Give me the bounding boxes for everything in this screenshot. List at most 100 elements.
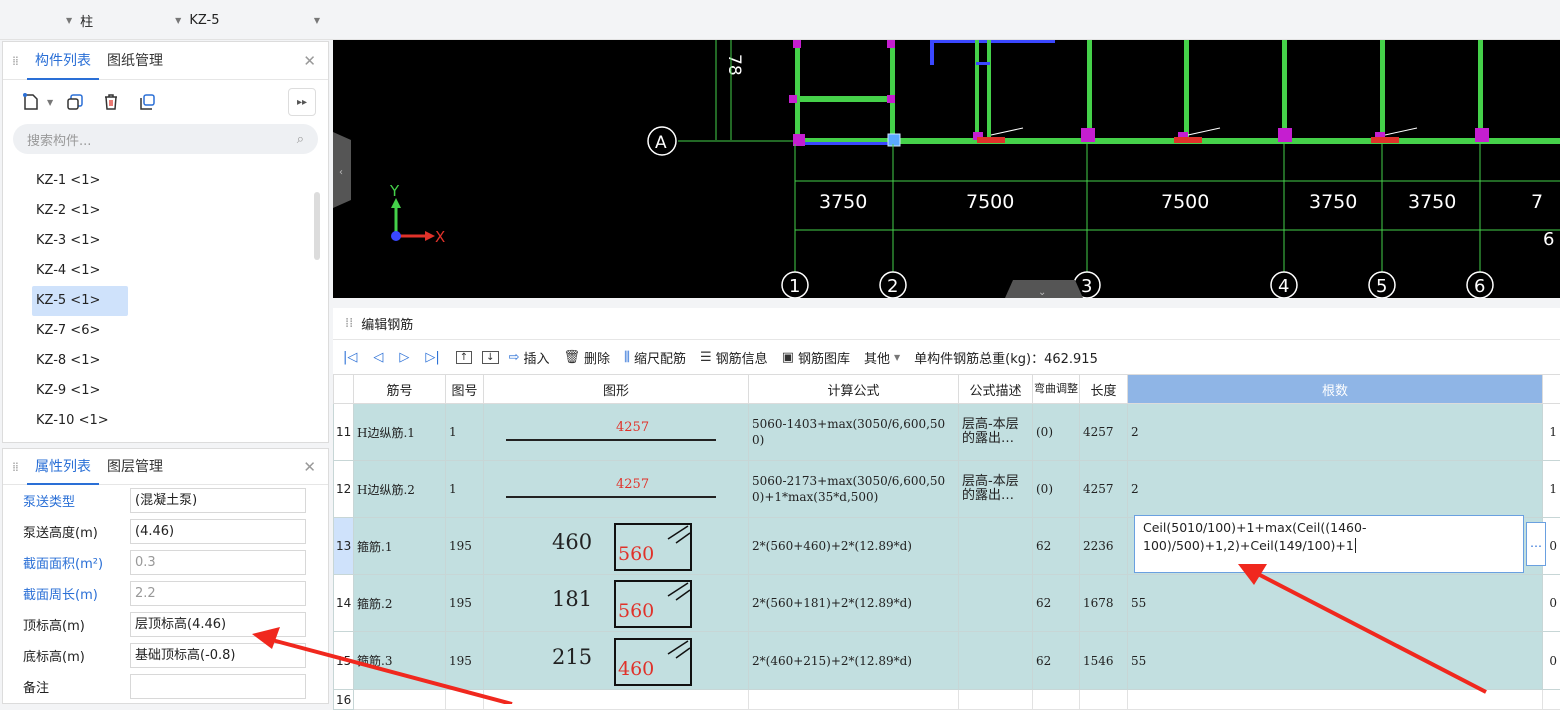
cell-bend-adjust[interactable]: 62 bbox=[1033, 518, 1080, 575]
cad-drawing-area[interactable]: 78 A bbox=[333, 40, 1560, 298]
column[interactable] bbox=[793, 40, 801, 48]
delete-icon[interactable] bbox=[97, 88, 125, 116]
scrollbar[interactable] bbox=[314, 192, 320, 260]
row-number[interactable]: 13 bbox=[334, 518, 354, 575]
cell-formula-desc[interactable] bbox=[959, 575, 1033, 632]
new-component-icon[interactable] bbox=[17, 88, 45, 116]
header-formula-desc[interactable]: 公式描述 bbox=[959, 375, 1033, 404]
table-row[interactable]: 11H边纵筋.1142575060-1403+max(3050/6,600,50… bbox=[334, 404, 1560, 461]
property-value[interactable]: 2.2 bbox=[130, 581, 306, 606]
component-item[interactable]: KZ-8 <1> bbox=[3, 346, 328, 376]
component-item[interactable]: KZ-9 <1> bbox=[3, 376, 328, 406]
component-item[interactable]: KZ-4 <1> bbox=[3, 256, 328, 286]
header-formula[interactable]: 计算公式 bbox=[749, 375, 959, 404]
cad-canvas[interactable]: 78 A bbox=[333, 40, 1560, 298]
drag-handle-icon[interactable]: ⁞⁞ bbox=[3, 460, 27, 474]
cell-count[interactable]: 55 bbox=[1128, 632, 1543, 690]
formula-expand-button[interactable]: … bbox=[1526, 522, 1546, 566]
cell-formula[interactable]: 5060-1403+max(3050/6,600,500) bbox=[749, 404, 959, 461]
next-record-icon[interactable]: ▷ bbox=[399, 350, 409, 365]
cell-formula-desc[interactable]: 层高-本层的露出… bbox=[959, 404, 1033, 461]
tab-drawing-management[interactable]: 图纸管理 bbox=[99, 42, 171, 80]
cell-bar-name[interactable]: 箍筋.3 bbox=[354, 632, 446, 690]
component-item[interactable]: KZ-3 <1> bbox=[3, 226, 328, 256]
row-number[interactable]: 12 bbox=[334, 461, 354, 518]
cell-shape[interactable]: 4257 bbox=[484, 461, 749, 518]
property-value[interactable]: (混凝土泵) bbox=[130, 488, 306, 513]
move-down-icon[interactable]: ↓ bbox=[482, 351, 498, 364]
row-number[interactable]: 11 bbox=[334, 404, 354, 461]
cell-fig-no[interactable]: 1 bbox=[446, 404, 484, 461]
column[interactable] bbox=[1278, 128, 1292, 142]
cell-fig-no[interactable]: 195 bbox=[446, 632, 484, 690]
cell-formula-desc[interactable] bbox=[959, 632, 1033, 690]
cell-formula[interactable]: 2*(560+181)+2*(12.89*d) bbox=[749, 575, 959, 632]
tab-component-list[interactable]: 构件列表 bbox=[27, 42, 99, 80]
drag-handle-icon[interactable]: ⁞⁞ bbox=[3, 54, 27, 68]
cell-formula-desc[interactable] bbox=[959, 518, 1033, 575]
component-item[interactable]: KZ-7 <6> bbox=[3, 316, 328, 346]
cell-length[interactable]: 2236 bbox=[1080, 518, 1128, 575]
cell-shape[interactable]: 181560 bbox=[484, 575, 749, 632]
property-value[interactable]: 0.3 bbox=[130, 550, 306, 575]
component-item[interactable]: KZ-5 <1> bbox=[32, 286, 128, 316]
last-record-icon[interactable]: ▷| bbox=[425, 350, 439, 365]
header-bend-adjust[interactable]: 弯曲调整 bbox=[1033, 375, 1080, 404]
other-menu[interactable]: 其他▼ bbox=[864, 348, 900, 367]
column[interactable] bbox=[1081, 128, 1095, 142]
table-row[interactable]: 12H边纵筋.2142575060-2173+max(3050/6,600,50… bbox=[334, 461, 1560, 518]
insert-button[interactable]: ⇨插入 bbox=[509, 348, 550, 367]
cell-fig-no[interactable]: 195 bbox=[446, 575, 484, 632]
column[interactable] bbox=[887, 40, 895, 48]
cell-fig-no[interactable]: 195 bbox=[446, 518, 484, 575]
tab-property-list[interactable]: 属性列表 bbox=[27, 449, 99, 485]
cell-bend-adjust[interactable]: 62 bbox=[1033, 575, 1080, 632]
table-row[interactable]: 16 bbox=[334, 690, 1560, 710]
chevron-down-icon[interactable]: ▼ bbox=[47, 98, 53, 107]
property-value[interactable] bbox=[130, 674, 306, 699]
column[interactable] bbox=[887, 95, 895, 103]
cell-bend-adjust[interactable]: 62 bbox=[1033, 632, 1080, 690]
component-item[interactable]: KZ-1 <1> bbox=[3, 166, 328, 196]
cell-shape[interactable]: 215460 bbox=[484, 632, 749, 690]
tab-layer-management[interactable]: 图层管理 bbox=[99, 449, 171, 485]
row-number[interactable]: 16 bbox=[334, 690, 354, 710]
close-icon[interactable]: ✕ bbox=[303, 458, 316, 476]
cell-formula[interactable]: 2*(460+215)+2*(12.89*d) bbox=[749, 632, 959, 690]
more-icon[interactable]: ▸▸ bbox=[288, 88, 316, 116]
cell-shape[interactable]: 4257 bbox=[484, 404, 749, 461]
cell-bend-adjust[interactable]: (0) bbox=[1033, 404, 1080, 461]
search-input[interactable]: 搜索构件... ⌕ bbox=[13, 124, 318, 154]
cell-count[interactable]: 2 bbox=[1128, 461, 1543, 518]
cell-bar-name[interactable]: H边纵筋.1 bbox=[354, 404, 446, 461]
header-count[interactable]: 根数 bbox=[1128, 375, 1543, 404]
property-value[interactable]: 层顶标高(4.46) bbox=[130, 612, 306, 637]
column[interactable] bbox=[789, 95, 797, 103]
first-record-icon[interactable]: |◁ bbox=[343, 350, 357, 365]
cell-formula[interactable]: 2*(560+460)+2*(12.89*d) bbox=[749, 518, 959, 575]
row-number[interactable]: 15 bbox=[334, 632, 354, 690]
cell-length[interactable]: 1546 bbox=[1080, 632, 1128, 690]
drag-handle-icon[interactable]: ⁞⁞ bbox=[345, 316, 353, 331]
cell-fig-no[interactable]: 1 bbox=[446, 461, 484, 518]
scale-rebar-button[interactable]: ⫼缩尺配筋 bbox=[624, 348, 686, 367]
header-length[interactable]: 长度 bbox=[1080, 375, 1128, 404]
cell-bar-name[interactable]: 箍筋.1 bbox=[354, 518, 446, 575]
layer-copy-icon[interactable] bbox=[133, 88, 161, 116]
property-value[interactable]: 基础顶标高(-0.8) bbox=[130, 643, 306, 668]
table-row[interactable]: 15箍筋.31952154602*(460+215)+2*(12.89*d) 62… bbox=[334, 632, 1560, 690]
cell-count[interactable]: 55 bbox=[1128, 575, 1543, 632]
cell-formula[interactable]: 5060-2173+max(3050/6,600,500)+1*max(35*d… bbox=[749, 461, 959, 518]
copy-icon[interactable] bbox=[61, 88, 89, 116]
header-bar-no[interactable]: 筋号 bbox=[354, 375, 446, 404]
rebar-info-button[interactable]: ☰钢筋信息 bbox=[700, 348, 768, 367]
cell-bar-name[interactable]: H边纵筋.2 bbox=[354, 461, 446, 518]
cell-bar-name[interactable]: 箍筋.2 bbox=[354, 575, 446, 632]
rebar-library-button[interactable]: ▣钢筋图库 bbox=[782, 348, 850, 367]
component-item[interactable]: KZ-2 <1> bbox=[3, 196, 328, 226]
header-shape[interactable]: 图形 bbox=[484, 375, 749, 404]
cell-length[interactable]: 4257 bbox=[1080, 404, 1128, 461]
cell-formula-desc[interactable]: 层高-本层的露出… bbox=[959, 461, 1033, 518]
row-number[interactable]: 14 bbox=[334, 575, 354, 632]
cell-length[interactable]: 4257 bbox=[1080, 461, 1128, 518]
